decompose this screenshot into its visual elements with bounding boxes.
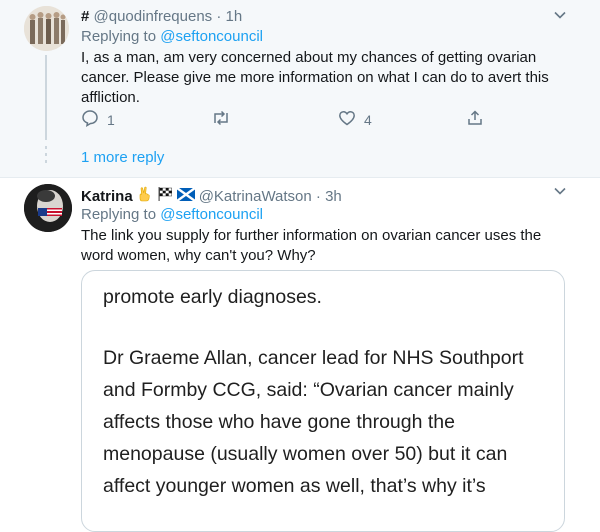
tweet-text-line: cancer. Please give me more information … <box>81 69 549 86</box>
retweet-icon <box>211 109 231 130</box>
share-button[interactable] <box>466 109 484 130</box>
replying-to: Replying to @seftoncouncil <box>81 206 263 223</box>
victory-hand-emoji <box>137 186 153 206</box>
display-name[interactable]: Katrina <box>81 188 133 205</box>
thread-line <box>45 55 47 140</box>
tweet-text-line: I, as a man, am very concerned about my … <box>81 49 537 66</box>
tweet-text-line: The link you supply for further informat… <box>81 227 542 244</box>
tweet-header: Katrina @KatrinaWatson · 3h <box>81 186 342 206</box>
retweet-button[interactable] <box>211 109 231 130</box>
attached-image-card[interactable]: promote early diagnoses. Dr Graeme Allan… <box>81 270 565 532</box>
checkered-flag-emoji <box>157 186 173 206</box>
tweet-text: I, as a man, am very concerned about my … <box>81 48 549 108</box>
card-text-line: and Formby CCG, said: “Ovarian cancer ma… <box>103 379 514 401</box>
tweet-quodinfrequens[interactable]: # @quodinfrequens · 1h Replying to @seft… <box>0 0 600 177</box>
handle-time[interactable]: @KatrinaWatson · 3h <box>199 188 342 205</box>
like-button[interactable]: 4 <box>338 109 372 130</box>
share-icon <box>466 109 484 130</box>
replying-handle-link[interactable]: @seftoncouncil <box>160 28 263 45</box>
more-reply-link[interactable]: 1 more reply <box>81 149 164 166</box>
tweet-header: # @quodinfrequens · 1h <box>81 8 242 25</box>
reply-icon <box>81 109 99 130</box>
thread-dot <box>45 153 47 156</box>
scotland-flag-emoji <box>175 186 196 205</box>
thread-dot <box>45 146 47 149</box>
tweet-text: The link you supply for further informat… <box>81 226 541 266</box>
tweet-actions: 1 4 <box>81 109 501 133</box>
divider <box>0 177 600 178</box>
avatar[interactable] <box>24 6 69 51</box>
like-count: 4 <box>364 111 372 128</box>
replying-prefix: Replying to <box>81 28 157 45</box>
card-text-line: Dr Graeme Allan, cancer lead for NHS Sou… <box>103 347 524 369</box>
chevron-down-icon[interactable] <box>550 5 570 25</box>
thread-dot <box>45 160 47 163</box>
card-text-line: affect younger women as well, that’s why… <box>103 475 486 497</box>
replying-to: Replying to @seftoncouncil <box>81 28 263 45</box>
chevron-down-icon[interactable] <box>550 181 570 201</box>
card-text-line: affects those who have gone through the <box>103 411 455 433</box>
replying-handle-link[interactable]: @seftoncouncil <box>160 206 263 223</box>
card-text-line: promote early diagnoses. <box>103 286 322 308</box>
reply-button[interactable]: 1 <box>81 109 115 130</box>
card-text-line: menopause (usually women over 50) but it… <box>103 443 508 465</box>
replying-prefix: Replying to <box>81 206 157 223</box>
tweet-text-line: affliction. <box>81 89 140 106</box>
handle-time[interactable]: @quodinfrequens · 1h <box>94 8 243 25</box>
tweet-text-line: word women, why can't you? Why? <box>81 247 316 264</box>
display-name[interactable]: # <box>81 8 89 25</box>
reply-count: 1 <box>107 111 115 128</box>
avatar[interactable] <box>24 184 72 232</box>
like-icon <box>338 109 356 130</box>
